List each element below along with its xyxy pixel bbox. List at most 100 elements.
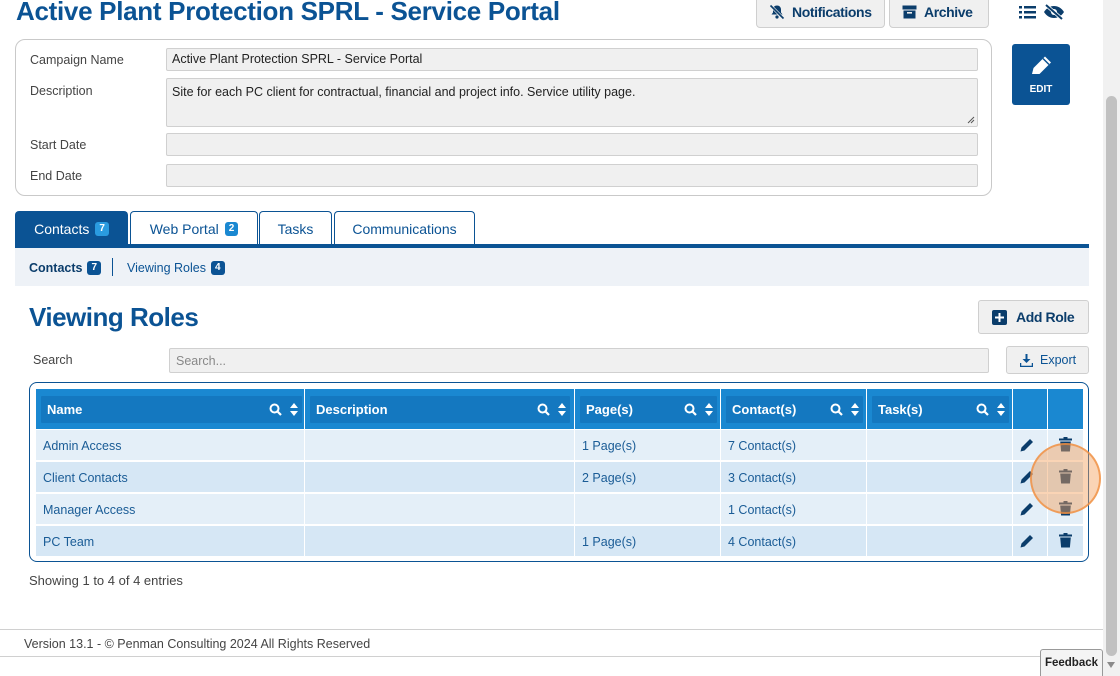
description-text: Site for each PC client for contractual,…	[172, 85, 636, 99]
search-icon[interactable]	[537, 403, 550, 416]
delete-row-button[interactable]	[1056, 467, 1074, 485]
edit-row-button[interactable]	[1018, 436, 1036, 454]
cell-contacts[interactable]: 1 Contact(s)	[721, 494, 867, 525]
edit-row-button[interactable]	[1018, 468, 1036, 486]
search-label: Search	[33, 353, 73, 367]
start-date-label: Start Date	[30, 138, 87, 152]
archive-icon	[902, 5, 917, 19]
cell-tasks	[867, 430, 1013, 461]
column-header-tasks[interactable]: Task(s)	[867, 389, 1013, 429]
tab-web-portal[interactable]: Web Portal 2	[130, 211, 258, 245]
pencil-icon	[1020, 535, 1033, 548]
tab-communications[interactable]: Communications	[334, 211, 475, 245]
notifications-button[interactable]: Notifications	[756, 0, 885, 28]
edit-row-button[interactable]	[1018, 532, 1036, 550]
column-pages-label: Page(s)	[586, 402, 633, 417]
roles-table: Name Description Page(s) Contact(s) Task…	[29, 382, 1089, 562]
column-contacts-label: Contact(s)	[732, 402, 797, 417]
archive-button[interactable]: Archive	[889, 0, 989, 28]
feedback-button[interactable]: Feedback	[1040, 649, 1103, 676]
cell-name[interactable]: Manager Access	[36, 494, 305, 525]
export-button[interactable]: Export	[1006, 346, 1089, 374]
cell-name[interactable]: PC Team	[36, 526, 305, 557]
archive-label: Archive	[924, 4, 973, 20]
subnav-contacts-label: Contacts	[29, 261, 83, 275]
cell-pages[interactable]: 2 Page(s)	[575, 462, 721, 493]
cell-tasks	[867, 494, 1013, 525]
column-header-description[interactable]: Description	[305, 389, 575, 429]
delete-row-button[interactable]	[1056, 435, 1074, 453]
cell-pages[interactable]: 1 Page(s)	[575, 430, 721, 461]
download-icon	[1020, 353, 1033, 367]
scroll-down-arrow-icon[interactable]	[1107, 662, 1115, 668]
resize-grip-icon[interactable]	[967, 116, 975, 124]
notifications-label: Notifications	[792, 4, 872, 20]
cell-description	[305, 430, 575, 461]
start-date-field[interactable]	[166, 133, 978, 156]
sort-icon[interactable]	[997, 403, 1005, 416]
page-title: Active Plant Protection SPRL - Service P…	[16, 0, 560, 26]
sort-icon[interactable]	[851, 403, 859, 416]
campaign-details-card: Campaign Name Active Plant Protection SP…	[15, 39, 992, 196]
edit-button[interactable]: EDIT	[1012, 44, 1070, 105]
column-header-pages[interactable]: Page(s)	[575, 389, 721, 429]
search-input[interactable]	[169, 348, 989, 373]
pencil-icon	[1020, 439, 1033, 452]
subnav-contacts-count: 7	[87, 261, 102, 275]
search-icon[interactable]	[830, 403, 843, 416]
sort-icon[interactable]	[558, 403, 566, 416]
subnav-divider	[112, 258, 113, 276]
subnav-viewing-roles[interactable]: Viewing Roles 4	[127, 261, 225, 275]
tab-contacts[interactable]: Contacts 7	[15, 211, 128, 245]
tab-tasks[interactable]: Tasks	[259, 211, 332, 245]
edit-label: EDIT	[1029, 84, 1053, 95]
search-icon[interactable]	[976, 403, 989, 416]
cell-tasks	[867, 526, 1013, 557]
cell-name[interactable]: Client Contacts	[36, 462, 305, 493]
trash-icon	[1058, 468, 1072, 483]
tab-tasks-label: Tasks	[277, 220, 314, 237]
campaign-name-label: Campaign Name	[30, 53, 124, 67]
cell-tasks	[867, 462, 1013, 493]
column-header-delete	[1048, 389, 1083, 429]
eye-slash-icon	[1044, 4, 1064, 20]
tab-web-portal-label: Web Portal	[149, 220, 219, 237]
tab-contacts-label: Contacts	[34, 220, 90, 237]
column-header-contacts[interactable]: Contact(s)	[721, 389, 867, 429]
cell-description	[305, 494, 575, 525]
sort-icon[interactable]	[705, 403, 713, 416]
footer-text: Version 13.1 - © Penman Consulting 2024 …	[24, 637, 371, 651]
section-title: Viewing Roles	[29, 302, 199, 332]
edit-row-button[interactable]	[1018, 500, 1036, 518]
cell-contacts[interactable]: 4 Contact(s)	[721, 526, 867, 557]
cell-pages[interactable]	[575, 494, 721, 525]
cell-contacts[interactable]: 7 Contact(s)	[721, 430, 867, 461]
column-header-name[interactable]: Name	[36, 389, 305, 429]
cell-name[interactable]: Admin Access	[36, 430, 305, 461]
search-icon[interactable]	[269, 403, 282, 416]
pencil-icon	[1032, 56, 1051, 74]
delete-row-button[interactable]	[1056, 499, 1074, 517]
delete-row-button[interactable]	[1056, 531, 1074, 549]
list-icon	[1019, 6, 1036, 19]
footer-divider	[0, 629, 1103, 630]
view-toggle[interactable]	[1019, 2, 1065, 22]
subnav-contacts[interactable]: Contacts 7	[29, 261, 102, 275]
add-role-button[interactable]: Add Role	[978, 300, 1089, 334]
description-field[interactable]: Site for each PC client for contractual,…	[166, 78, 978, 127]
scrollbar-thumb[interactable]	[1106, 96, 1117, 656]
table-row: Manager Access 1 Contact(s)	[36, 493, 1083, 525]
tab-contacts-count: 7	[95, 221, 109, 236]
trash-icon	[1058, 500, 1072, 515]
campaign-name-field[interactable]: Active Plant Protection SPRL - Service P…	[166, 48, 978, 71]
scrollbar[interactable]	[1103, 0, 1120, 676]
sort-icon[interactable]	[290, 403, 298, 416]
cell-contacts[interactable]: 3 Contact(s)	[721, 462, 867, 493]
cell-pages[interactable]: 1 Page(s)	[575, 526, 721, 557]
trash-icon	[1058, 436, 1072, 451]
end-date-field[interactable]	[166, 164, 978, 187]
column-description-label: Description	[316, 402, 388, 417]
column-tasks-label: Task(s)	[878, 402, 923, 417]
column-header-edit	[1013, 389, 1048, 429]
search-icon[interactable]	[684, 403, 697, 416]
